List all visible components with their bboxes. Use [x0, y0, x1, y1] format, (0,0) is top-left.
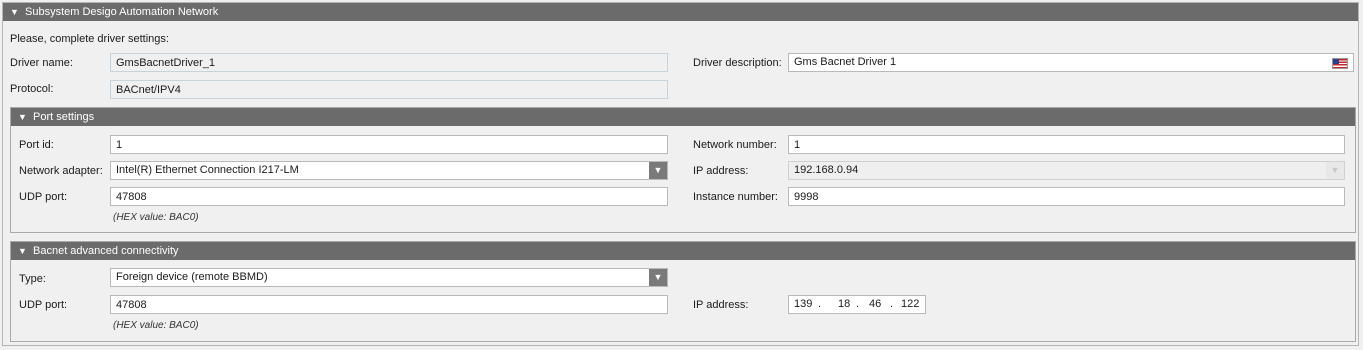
udp-port-field[interactable] — [110, 187, 668, 206]
advanced-udp-port-label: UDP port: — [19, 299, 68, 311]
advanced-connectivity-header[interactable]: ▼ Bacnet advanced connectivity — [11, 242, 1355, 260]
ip-address-input[interactable]: 139 . 18 . 46 . 122 — [788, 295, 926, 314]
driver-name-field[interactable] — [110, 53, 668, 72]
ip-address-value: 192.168.0.94 — [794, 164, 859, 176]
ip-dot: . — [856, 298, 860, 310]
advanced-udp-hex-hint: (HEX value: BAC0) — [113, 320, 199, 331]
chevron-down-icon[interactable]: ▼ — [649, 269, 667, 286]
udp-hex-hint: (HEX value: BAC0) — [113, 212, 199, 223]
protocol-label: Protocol: — [10, 83, 54, 95]
udp-port-label: UDP port: — [19, 191, 68, 203]
driver-name-label: Driver name: — [10, 57, 73, 69]
ip-octet-3[interactable]: 46 — [869, 296, 881, 313]
network-adapter-dropdown[interactable]: Intel(R) Ethernet Connection I217-LM ▼ — [110, 161, 668, 180]
driver-description-value: Gms Bacnet Driver 1 — [794, 56, 897, 68]
type-value: Foreign device (remote BBMD) — [116, 271, 268, 283]
collapse-triangle-icon[interactable]: ▼ — [10, 3, 19, 21]
network-number-label: Network number: — [693, 139, 777, 151]
subsystem-header[interactable]: ▼ Subsystem Desigo Automation Network — [3, 3, 1358, 21]
ip-address-label: IP address: — [693, 165, 749, 177]
type-label: Type: — [19, 273, 46, 285]
ip-address-dropdown: 192.168.0.94 ▼ — [788, 161, 1345, 180]
advanced-udp-port-field[interactable] — [110, 295, 668, 314]
settings-prompt: Please, complete driver settings: — [10, 33, 169, 45]
advanced-connectivity-title: Bacnet advanced connectivity — [33, 245, 179, 257]
type-dropdown[interactable]: Foreign device (remote BBMD) ▼ — [110, 268, 668, 287]
ip-octet-2[interactable]: 18 — [838, 296, 850, 313]
advanced-ip-address-label: IP address: — [693, 299, 749, 311]
port-id-label: Port id: — [19, 139, 54, 151]
network-adapter-label: Network adapter: — [19, 165, 103, 177]
port-settings-title: Port settings — [33, 111, 95, 123]
chevron-down-icon[interactable]: ▼ — [649, 162, 667, 179]
ip-octet-1[interactable]: 139 — [794, 296, 812, 313]
network-adapter-value: Intel(R) Ethernet Connection I217-LM — [116, 164, 299, 176]
subsystem-title: Subsystem Desigo Automation Network — [25, 6, 219, 18]
ip-octet-4[interactable]: 122 — [901, 296, 919, 313]
driver-description-label: Driver description: — [693, 57, 782, 69]
chevron-down-icon: ▼ — [1326, 162, 1344, 179]
port-id-field[interactable] — [110, 135, 668, 154]
network-number-field[interactable] — [788, 135, 1345, 154]
driver-description-field[interactable]: Gms Bacnet Driver 1 — [788, 53, 1354, 72]
instance-number-field[interactable] — [788, 187, 1345, 206]
instance-number-label: Instance number: — [693, 191, 778, 203]
ip-dot: . — [818, 298, 822, 310]
protocol-field[interactable] — [110, 80, 668, 99]
collapse-triangle-icon[interactable]: ▼ — [18, 242, 27, 260]
us-flag-icon[interactable] — [1332, 58, 1348, 69]
port-settings-header[interactable]: ▼ Port settings — [11, 108, 1355, 126]
collapse-triangle-icon[interactable]: ▼ — [18, 108, 27, 126]
ip-dot: . — [890, 298, 894, 310]
